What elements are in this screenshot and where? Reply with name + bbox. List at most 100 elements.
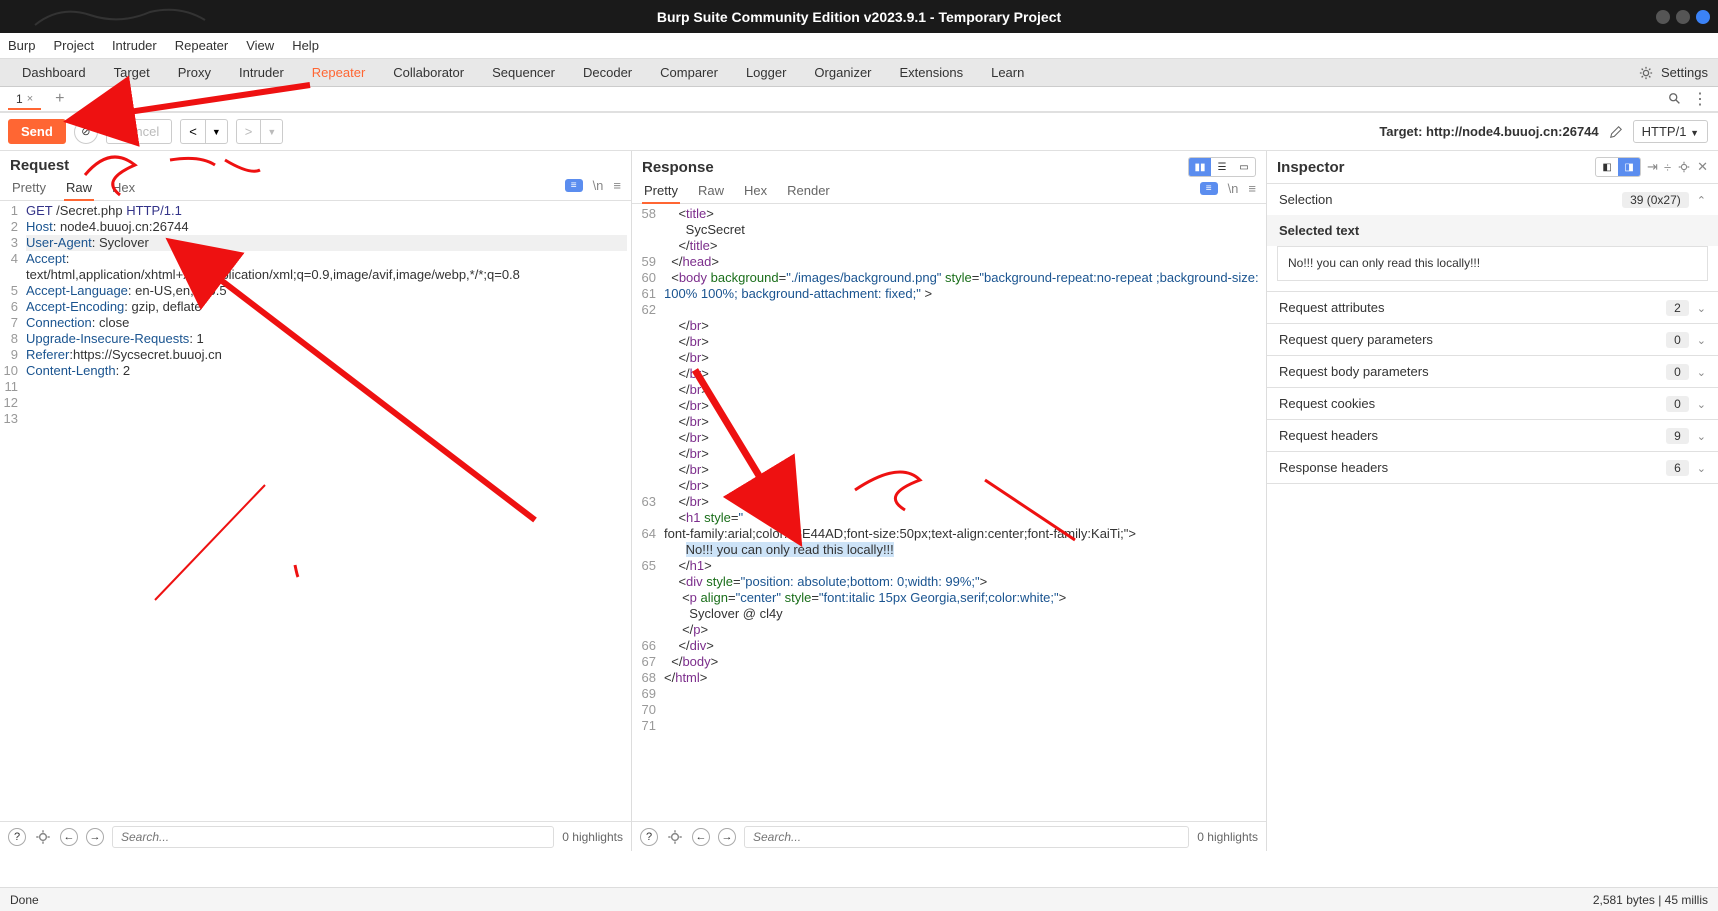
gear-icon[interactable]: [666, 828, 684, 846]
menu-project[interactable]: Project: [53, 38, 93, 53]
tab-sequencer[interactable]: Sequencer: [478, 59, 569, 87]
close-inspector-icon[interactable]: ✕: [1697, 159, 1708, 175]
response-search-input[interactable]: [744, 826, 1189, 848]
tab-comparer[interactable]: Comparer: [646, 59, 732, 87]
help-icon[interactable]: ?: [8, 828, 26, 846]
request-editor-tabs: Pretty Raw Hex ≡ \n ≡: [0, 176, 631, 201]
request-code[interactable]: 12345678910111213 GET /Secret.php HTTP/1…: [0, 201, 631, 821]
gear-icon[interactable]: [34, 828, 52, 846]
close-icon[interactable]: [1696, 10, 1710, 24]
editor-tab-pretty[interactable]: Pretty: [642, 179, 680, 204]
actionbar: Send ⊘ Cancel < ▼ > ▼ Target: http://nod…: [0, 113, 1718, 151]
search-prev-icon[interactable]: ←: [60, 828, 78, 846]
inspector-selection-row[interactable]: Selection 39 (0x27)⌃: [1267, 184, 1718, 215]
http-version-selector[interactable]: HTTP/1 ▼: [1633, 120, 1708, 143]
collapse-icon[interactable]: ⇥: [1647, 159, 1658, 175]
request-search-bar: ? ← → 0 highlights: [0, 821, 631, 851]
close-tab-icon[interactable]: ×: [27, 93, 33, 105]
more-icon[interactable]: ⋮: [1692, 89, 1708, 109]
tab-decoder[interactable]: Decoder: [569, 59, 646, 87]
tab-dashboard[interactable]: Dashboard: [8, 59, 100, 87]
editor-tab-render[interactable]: Render: [785, 179, 832, 203]
search-next-icon[interactable]: →: [718, 828, 736, 846]
inspector-row-response-headers[interactable]: Response headers6⌄: [1267, 452, 1718, 483]
inspector-row-request-cookies[interactable]: Request cookies0⌄: [1267, 388, 1718, 419]
maximize-icon[interactable]: [1676, 10, 1690, 24]
tab-repeater[interactable]: Repeater: [298, 59, 379, 87]
menu-icon[interactable]: ≡: [613, 178, 621, 193]
request-highlights: 0 highlights: [562, 830, 623, 844]
newline-icon[interactable]: \n: [593, 178, 604, 193]
minimize-icon[interactable]: [1656, 10, 1670, 24]
editor-tab-raw[interactable]: Raw: [64, 176, 94, 201]
request-search-input[interactable]: [112, 826, 554, 848]
search-next-icon[interactable]: →: [86, 828, 104, 846]
status-left: Done: [10, 893, 39, 907]
editor-tab-hex[interactable]: Hex: [742, 179, 769, 203]
actions-badge[interactable]: ≡: [1200, 182, 1218, 195]
tab-collaborator[interactable]: Collaborator: [379, 59, 478, 87]
filter-icon[interactable]: ÷: [1664, 160, 1671, 175]
history-back-button[interactable]: <: [180, 119, 205, 144]
help-icon[interactable]: ?: [640, 828, 658, 846]
editor-tab-raw[interactable]: Raw: [696, 179, 726, 203]
menu-help[interactable]: Help: [292, 38, 319, 53]
response-code[interactable]: 5859606162636465666768697071 <title> Syc…: [632, 204, 1266, 821]
repeater-tab-1[interactable]: 1 ×: [8, 90, 41, 110]
response-highlights: 0 highlights: [1197, 830, 1258, 844]
inspector-layout-toggle[interactable]: ◧ ◨: [1595, 157, 1641, 177]
tab-intruder[interactable]: Intruder: [225, 59, 298, 87]
layout-b-icon[interactable]: ◨: [1618, 158, 1640, 176]
actions-badge[interactable]: ≡: [565, 179, 583, 192]
gear-icon[interactable]: [1639, 66, 1653, 80]
layout-columns-icon[interactable]: ▮▮: [1189, 158, 1211, 176]
menu-intruder[interactable]: Intruder: [112, 38, 157, 53]
history-forward-group: > ▼: [236, 119, 284, 144]
editor-tab-pretty[interactable]: Pretty: [10, 176, 48, 200]
response-panel: Response ▮▮ ☰ ▭ PrettyRawHexRender ≡ \n …: [632, 151, 1267, 851]
add-tab-button[interactable]: +: [51, 90, 68, 108]
editor-tab-hex[interactable]: Hex: [110, 176, 137, 200]
tab-proxy[interactable]: Proxy: [164, 59, 225, 87]
layout-rows-icon[interactable]: ☰: [1211, 158, 1233, 176]
search-prev-icon[interactable]: ←: [692, 828, 710, 846]
menu-burp[interactable]: Burp: [8, 38, 35, 53]
layout-toggle[interactable]: ▮▮ ☰ ▭: [1188, 157, 1256, 177]
gear-icon[interactable]: [1677, 160, 1691, 174]
menu-icon[interactable]: ≡: [1248, 181, 1256, 196]
history-forward-dropdown[interactable]: ▼: [260, 119, 283, 144]
chevron-down-icon: ⌄: [1697, 335, 1706, 347]
layout-tabs-icon[interactable]: ▭: [1233, 158, 1255, 176]
inspector-row-request-body-parameters[interactable]: Request body parameters0⌄: [1267, 356, 1718, 387]
tab-extensions[interactable]: Extensions: [886, 59, 978, 87]
history-back-dropdown[interactable]: ▼: [205, 119, 228, 144]
pencil-icon[interactable]: [1609, 125, 1623, 139]
history-back-group: < ▼: [180, 119, 228, 144]
tab-target[interactable]: Target: [100, 59, 164, 87]
inspector-row-request-headers[interactable]: Request headers9⌄: [1267, 420, 1718, 451]
response-search-bar: ? ← → 0 highlights: [632, 821, 1266, 851]
abort-button[interactable]: ⊘: [74, 120, 98, 144]
history-forward-button[interactable]: >: [236, 119, 261, 144]
inspector-title: Inspector: [1277, 159, 1345, 176]
newline-icon[interactable]: \n: [1228, 181, 1239, 196]
menu-repeater[interactable]: Repeater: [175, 38, 228, 53]
tab-logger[interactable]: Logger: [732, 59, 800, 87]
cancel-button[interactable]: Cancel: [106, 119, 172, 144]
settings-link[interactable]: Settings: [1661, 65, 1708, 80]
layout-a-icon[interactable]: ◧: [1596, 158, 1618, 176]
tab-organizer[interactable]: Organizer: [800, 59, 885, 87]
chevron-down-icon: ⌄: [1697, 399, 1706, 411]
inspector-row-request-query-parameters[interactable]: Request query parameters0⌄: [1267, 324, 1718, 355]
inspector-row-request-attributes[interactable]: Request attributes2⌄: [1267, 292, 1718, 323]
main-split: Request PrettyRawHex ≡ \n ≡ 123456789101…: [0, 151, 1718, 851]
send-button[interactable]: Send: [8, 119, 66, 144]
tab-learn[interactable]: Learn: [977, 59, 1038, 87]
chevron-up-icon: ⌃: [1697, 195, 1706, 207]
statusbar: Done 2,581 bytes | 45 millis: [0, 887, 1718, 911]
menu-view[interactable]: View: [246, 38, 274, 53]
search-icon[interactable]: [1668, 92, 1682, 106]
inspector-selected-text: No!!! you can only read this locally!!!: [1277, 246, 1708, 281]
inspector-selected-text-label: Selected text: [1267, 215, 1718, 246]
request-panel: Request PrettyRawHex ≡ \n ≡ 123456789101…: [0, 151, 632, 851]
